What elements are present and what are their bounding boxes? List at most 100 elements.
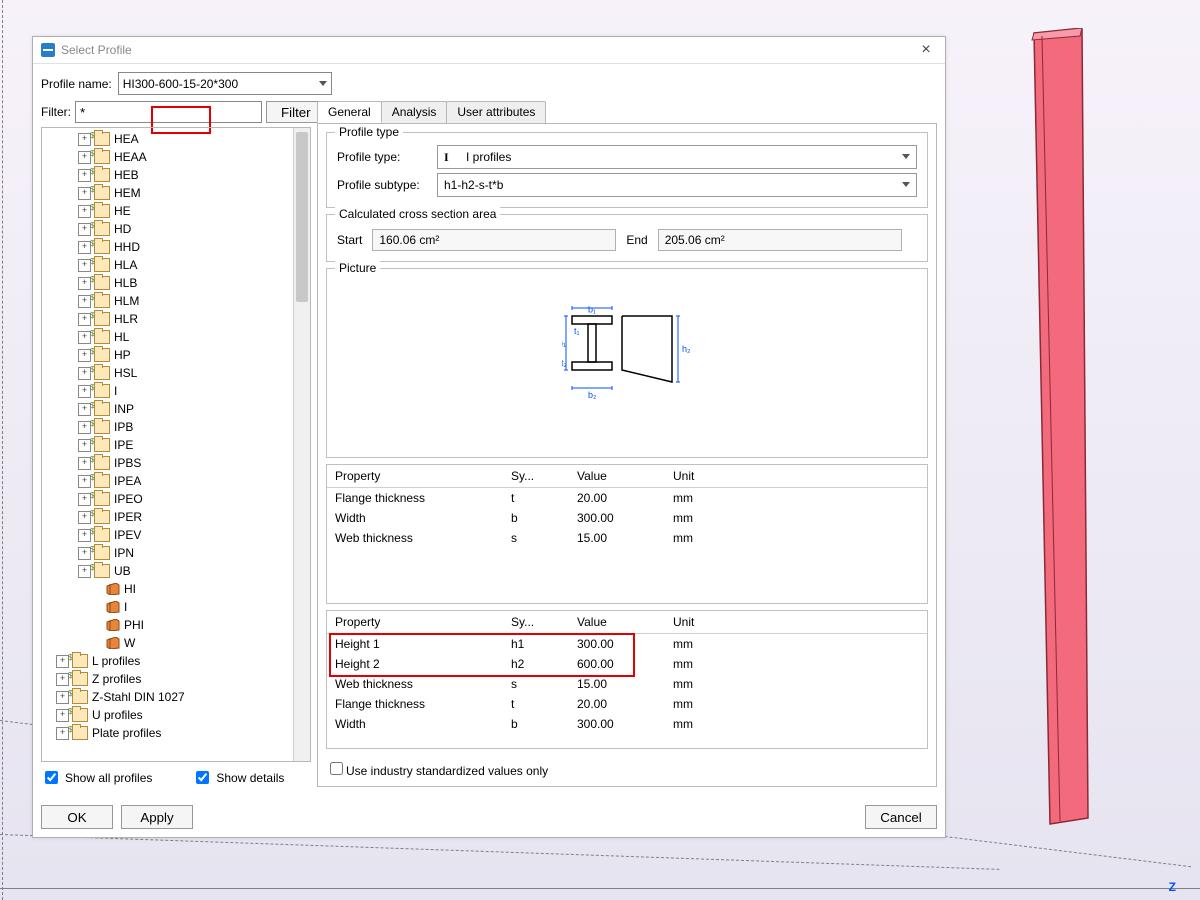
table-row[interactable]: Web thicknesss15.00mm <box>327 674 927 694</box>
show-all-profiles-checkbox[interactable]: Show all profiles <box>41 768 152 787</box>
table-row[interactable]: Flange thicknesst20.00mm <box>327 694 927 714</box>
tree-item-hi[interactable]: HI <box>42 580 294 598</box>
folder-icon <box>94 456 110 470</box>
tree-item-ipn[interactable]: +IPN <box>42 544 294 562</box>
folder-icon <box>94 150 110 164</box>
tree-item-hsl[interactable]: +HSL <box>42 364 294 382</box>
show-details-checkbox[interactable]: Show details <box>192 768 284 787</box>
col-symbol[interactable]: Sy... <box>503 469 569 483</box>
tree-item-ipe[interactable]: +IPE <box>42 436 294 454</box>
tree-item-hd[interactable]: +HD <box>42 220 294 238</box>
profile-type-select[interactable]: I I profiles <box>437 145 917 169</box>
tree-item-ipb[interactable]: +IPB <box>42 418 294 436</box>
properties-table-a[interactable]: Property Sy... Value Unit Flange thickne… <box>326 464 928 604</box>
table-row[interactable]: Widthb300.00mm <box>327 714 927 734</box>
table-row[interactable]: Web thicknesss15.00mm <box>327 528 927 548</box>
table-row[interactable]: Height 2h2600.00mm <box>327 654 927 674</box>
apply-button[interactable]: Apply <box>121 805 193 829</box>
tree-item-ub[interactable]: +UB <box>42 562 294 580</box>
tree-item-hl[interactable]: +HL <box>42 328 294 346</box>
col-symbol[interactable]: Sy... <box>503 615 569 629</box>
tree-item-hlr[interactable]: +HLR <box>42 310 294 328</box>
tree-item-ipbs[interactable]: +IPBS <box>42 454 294 472</box>
tree-item-w[interactable]: W <box>42 634 294 652</box>
tree-item-i[interactable]: I <box>42 598 294 616</box>
tree-item-i[interactable]: +I <box>42 382 294 400</box>
folder-icon <box>94 438 110 452</box>
titlebar[interactable]: Select Profile × <box>33 37 945 64</box>
close-icon[interactable]: × <box>915 39 937 61</box>
tab-general[interactable]: General <box>317 101 382 123</box>
tree-item-hla[interactable]: +HLA <box>42 256 294 274</box>
tree-item-u-profiles[interactable]: +U profiles <box>42 706 294 724</box>
tree-label: HEA <box>114 132 139 146</box>
folder-icon <box>94 258 110 272</box>
profile-name-combo[interactable]: HI300-600-15-20*300 <box>118 72 332 95</box>
profile-type-label: Profile type: <box>337 150 437 164</box>
tree-item-hlb[interactable]: +HLB <box>42 274 294 292</box>
tab-analysis[interactable]: Analysis <box>381 101 448 123</box>
profile-tree[interactable]: +HEA+HEAA+HEB+HEM+HE+HD+HHD+HLA+HLB+HLM+… <box>41 127 311 762</box>
tree-item-hem[interactable]: +HEM <box>42 184 294 202</box>
tree-label: IPER <box>114 510 142 524</box>
tree-item-hp[interactable]: +HP <box>42 346 294 364</box>
profile-subtype-select[interactable]: h1-h2-s-t*b <box>437 173 917 197</box>
tree-item-he[interactable]: +HE <box>42 202 294 220</box>
tree-item-heb[interactable]: +HEB <box>42 166 294 184</box>
tab-user-attributes[interactable]: User attributes <box>446 101 546 123</box>
folder-icon <box>72 726 88 740</box>
tree-label: I <box>114 384 117 398</box>
folder-icon <box>72 708 88 722</box>
tree-label: HL <box>114 330 129 344</box>
col-property[interactable]: Property <box>327 469 503 483</box>
tabs: General Analysis User attributes <box>317 101 937 124</box>
col-value[interactable]: Value <box>569 469 665 483</box>
chevron-down-icon <box>902 182 910 187</box>
folder-icon <box>72 672 88 686</box>
tree-item-ipea[interactable]: +IPEA <box>42 472 294 490</box>
table-row[interactable]: Flange thicknesst20.00mm <box>327 488 927 508</box>
svg-text:h₂: h₂ <box>682 344 691 354</box>
tree-item-z-stahl-din-1027[interactable]: +Z-Stahl DIN 1027 <box>42 688 294 706</box>
folder-icon <box>94 348 110 362</box>
folder-icon <box>94 474 110 488</box>
tree-item-ipev[interactable]: +IPEV <box>42 526 294 544</box>
tree-item-hea[interactable]: +HEA <box>42 130 294 148</box>
tree-label: Z-Stahl DIN 1027 <box>92 690 185 704</box>
table-row[interactable]: Widthb300.00mm <box>327 508 927 528</box>
col-value[interactable]: Value <box>569 615 665 629</box>
tree-item-iper[interactable]: +IPER <box>42 508 294 526</box>
tree-label: UB <box>114 564 131 578</box>
ok-button[interactable]: OK <box>41 805 113 829</box>
col-property[interactable]: Property <box>327 615 503 629</box>
use-std-values-checkbox[interactable]: Use industry standardized values only <box>326 759 548 778</box>
svg-text:b₁: b₁ <box>588 304 596 314</box>
tree-item-inp[interactable]: +INP <box>42 400 294 418</box>
picture-group: Picture <box>326 268 928 458</box>
tree-item-z-profiles[interactable]: +Z profiles <box>42 670 294 688</box>
filter-input[interactable] <box>75 101 262 123</box>
tree-item-hlm[interactable]: +HLM <box>42 292 294 310</box>
i-profile-icon: I <box>444 150 460 165</box>
tree-item-l-profiles[interactable]: +L profiles <box>42 652 294 670</box>
tree-label: W <box>124 636 135 650</box>
tree-item-heaa[interactable]: +HEAA <box>42 148 294 166</box>
picture-title: Picture <box>335 261 380 275</box>
properties-table-b[interactable]: Property Sy... Value Unit Height 1h1300.… <box>326 610 928 750</box>
svg-text:h₁: h₁ <box>562 338 566 348</box>
tree-item-ipeo[interactable]: +IPEO <box>42 490 294 508</box>
scrollbar[interactable] <box>293 128 310 761</box>
tree-item-plate-profiles[interactable]: +Plate profiles <box>42 724 294 742</box>
tree-item-phi[interactable]: PHI <box>42 616 294 634</box>
col-unit[interactable]: Unit <box>665 615 741 629</box>
scrollbar-thumb[interactable] <box>296 132 308 302</box>
tree-label: HEAA <box>114 150 147 164</box>
folder-icon <box>94 510 110 524</box>
grid-line <box>2 0 3 900</box>
col-unit[interactable]: Unit <box>665 469 741 483</box>
cancel-button[interactable]: Cancel <box>865 805 937 829</box>
tree-label: IPEV <box>114 528 141 542</box>
table-row[interactable]: Height 1h1300.00mm <box>327 634 927 654</box>
tree-item-hhd[interactable]: +HHD <box>42 238 294 256</box>
folder-icon <box>94 330 110 344</box>
